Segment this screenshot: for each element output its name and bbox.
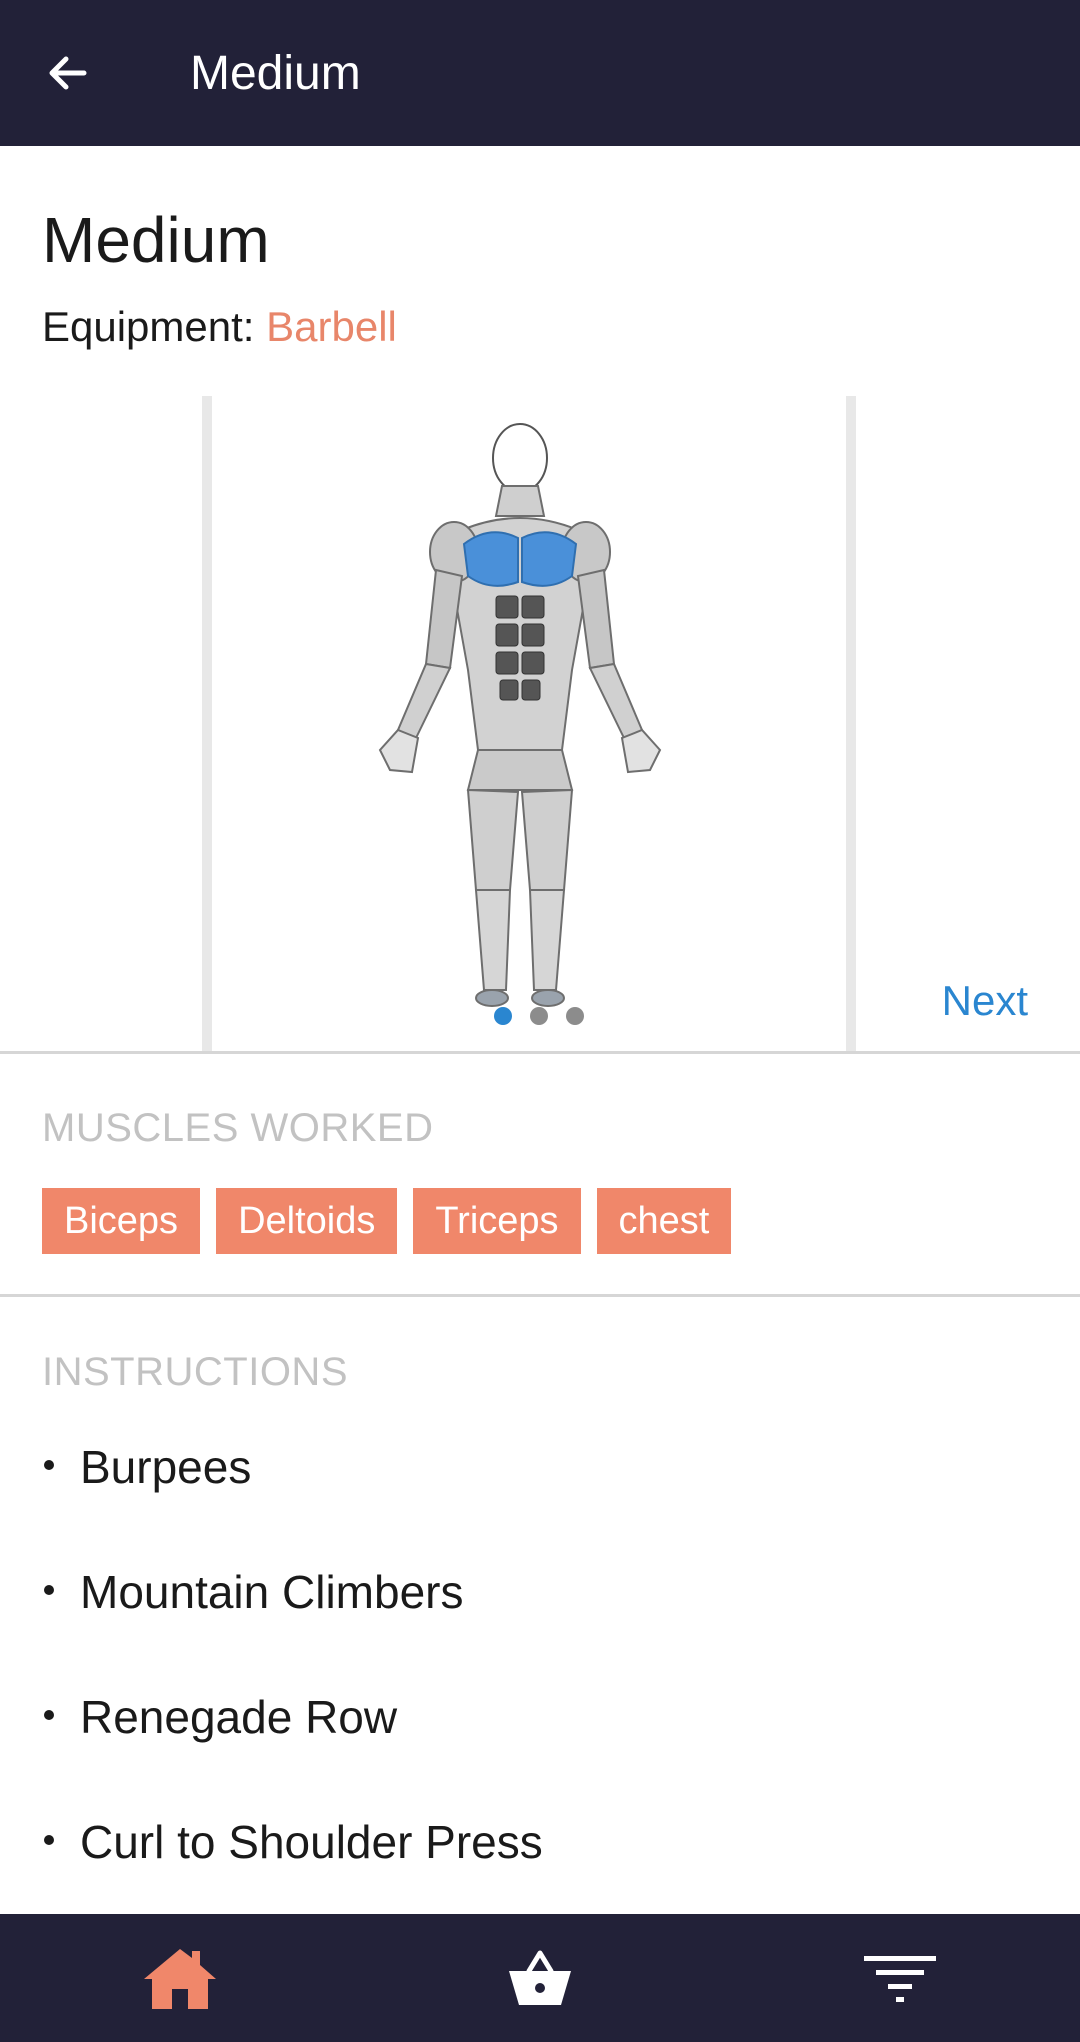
nav-filter-button[interactable] <box>850 1928 950 2028</box>
instruction-text: Curl to Shoulder Press <box>80 1816 543 1868</box>
pager-dot[interactable] <box>494 1007 512 1025</box>
muscle-chips: Biceps Deltoids Triceps chest <box>42 1188 732 1254</box>
muscle-chip: Biceps <box>42 1188 201 1254</box>
app-bar: Medium <box>0 0 1080 146</box>
instruction-text: Burpees <box>80 1441 252 1493</box>
instruction-item: Renegade Row <box>0 1676 1080 1756</box>
section-divider <box>0 1294 1080 1297</box>
bullet <box>44 1460 54 1470</box>
instruction-item: Curl to Shoulder Press <box>0 1801 1080 1881</box>
filter-icon <box>864 1956 936 2002</box>
basket-icon <box>509 1950 571 2005</box>
carousel-divider-left <box>202 396 212 1052</box>
muscle-image-carousel[interactable]: Next <box>0 396 1080 1052</box>
page-title: Medium <box>42 204 270 276</box>
bullet <box>44 1710 54 1720</box>
muscle-chip: Deltoids <box>216 1188 398 1254</box>
muscle-chip: chest <box>596 1188 732 1254</box>
app-bar-title: Medium <box>190 47 361 100</box>
instruction-text: Renegade Row <box>80 1691 398 1743</box>
nav-basket-button[interactable] <box>490 1928 590 2028</box>
carousel-pager <box>0 1000 1080 1032</box>
bullet <box>44 1835 54 1845</box>
muscle-chip: Triceps <box>413 1188 581 1254</box>
equipment-label: Equipment: <box>42 303 255 350</box>
instruction-item: Mountain Climbers <box>0 1551 1080 1631</box>
next-button[interactable]: Next <box>942 976 1028 1026</box>
carousel-divider-right <box>846 396 856 1052</box>
bullet <box>44 1585 54 1595</box>
nav-home-button[interactable] <box>130 1928 230 2028</box>
muscles-heading: MUSCLES WORKED <box>42 1106 434 1150</box>
instructions-heading: INSTRUCTIONS <box>42 1350 348 1394</box>
section-divider <box>0 1051 1080 1054</box>
home-icon <box>144 1949 216 2009</box>
pager-dot[interactable] <box>530 1007 548 1025</box>
pager-dot[interactable] <box>566 1007 584 1025</box>
muscle-chart-image <box>378 423 662 1007</box>
instruction-text: Mountain Climbers <box>80 1566 464 1618</box>
bottom-nav <box>0 1914 1080 2042</box>
instruction-item: Burpees <box>0 1426 1080 1506</box>
equipment-line: Equipment: Barbell <box>42 302 397 352</box>
arrow-back-icon <box>49 56 87 90</box>
equipment-value: Barbell <box>266 303 397 350</box>
back-button[interactable] <box>28 33 108 113</box>
